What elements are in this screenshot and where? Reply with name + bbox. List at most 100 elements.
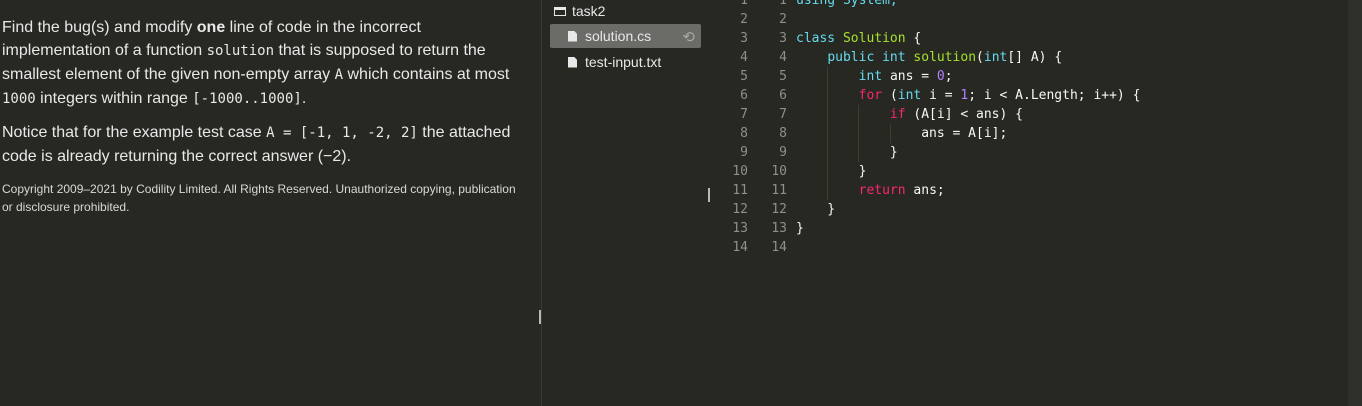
code-token: int xyxy=(858,69,890,84)
line-number-modified: 10 xyxy=(771,164,787,179)
line-number-original: 6 xyxy=(740,88,748,103)
code-line[interactable]: 11 11 return ans; xyxy=(710,181,1348,200)
code-text: class Solution { xyxy=(796,29,921,48)
code-token: } xyxy=(796,145,898,160)
line-number-original: 13 xyxy=(732,221,748,236)
code-text: int ans = 0; xyxy=(796,67,953,86)
code-token: ( xyxy=(889,88,898,103)
code-line[interactable]: 5 5 int ans = 0; xyxy=(710,67,1348,86)
code-text: ans = A[i]; xyxy=(796,124,1007,143)
code-token: } xyxy=(796,164,867,179)
code-token: int xyxy=(983,50,1008,65)
code-token: Solution xyxy=(842,31,906,46)
code-text: public int solution(int[] A) { xyxy=(796,48,1062,67)
code-token: public xyxy=(827,50,883,65)
code-token: 0 xyxy=(936,69,945,84)
code-1000: 1000 xyxy=(2,91,36,107)
code-text: using System; xyxy=(796,0,898,10)
code-array-a: A xyxy=(334,67,344,83)
file-label: test-input.txt xyxy=(585,54,662,70)
line-number-original: 5 xyxy=(740,69,748,84)
code-line[interactable]: 7 7 if (A[i] < ans) { xyxy=(710,105,1348,124)
line-number-original: 10 xyxy=(732,164,748,179)
line-number-modified: 11 xyxy=(771,183,787,198)
code-token: } xyxy=(796,221,804,236)
task-paragraph-2: Notice that for the example test case A … xyxy=(2,121,532,168)
code-token: ( xyxy=(976,50,984,65)
folder-label: task2 xyxy=(572,3,606,19)
code-token: ans = A[i]; xyxy=(796,126,1008,141)
code-text: if (A[i] < ans) { xyxy=(796,105,1023,124)
code-token: { xyxy=(905,31,922,46)
code-example-array: A = [-1, 1, -2, 2] xyxy=(266,125,418,141)
line-number-original: 9 xyxy=(740,145,748,160)
code-line[interactable]: 1 1 using System; xyxy=(710,0,1348,10)
code-token: return xyxy=(858,183,914,198)
file-test-input[interactable]: test-input.txt xyxy=(568,50,661,74)
emphasis-one: one xyxy=(196,19,226,36)
code-line[interactable]: 6 6 for (int i = 1; i < A.Length; i++) { xyxy=(710,86,1348,105)
line-number-modified: 1 xyxy=(779,0,787,8)
editor-scrollbar[interactable] xyxy=(1348,0,1362,406)
code-line[interactable]: 10 10 } xyxy=(710,162,1348,181)
line-number-original: 2 xyxy=(740,12,748,27)
text-segment: . xyxy=(301,90,307,107)
folder-task2[interactable]: task2 xyxy=(554,0,605,23)
line-number-modified: 7 xyxy=(779,107,787,122)
code-editor[interactable]: 1 1 using System; 2 2 3 3 class Solution {4 4 pu… xyxy=(710,0,1348,406)
code-token: if xyxy=(889,107,914,122)
line-number-original: 1 xyxy=(740,0,748,8)
code-text: } xyxy=(796,143,898,162)
code-line[interactable]: 8 8 ans = A[i]; xyxy=(710,124,1348,143)
line-number-original: 4 xyxy=(740,50,748,65)
task-text: Find the bug(s) and modify one line of c… xyxy=(2,16,532,178)
line-number-original: 7 xyxy=(740,107,748,122)
line-number-original: 3 xyxy=(740,31,748,46)
file-label: solution.cs xyxy=(585,28,652,44)
line-number-modified: 5 xyxy=(779,69,787,84)
file-solution-cs[interactable]: solution.cs ⟲ xyxy=(550,24,701,48)
code-token: ans; xyxy=(913,183,945,198)
code-token: solution xyxy=(913,50,977,65)
code-line[interactable]: 3 3 class Solution { xyxy=(710,29,1348,48)
code-token: int xyxy=(897,88,930,103)
code-line[interactable]: 14 14 xyxy=(710,238,1348,257)
code-text: return ans; xyxy=(796,181,945,200)
file-icon xyxy=(568,30,577,42)
code-line[interactable]: 9 9 } xyxy=(710,143,1348,162)
code-token: [] A) { xyxy=(1007,50,1063,65)
code-token: ; xyxy=(944,69,953,84)
code-text: } xyxy=(796,200,835,219)
code-token: ; i < A.Length; i++) { xyxy=(968,88,1141,103)
code-text: } xyxy=(796,162,867,181)
code-token: int xyxy=(882,50,914,65)
line-number-modified: 13 xyxy=(771,221,787,236)
code-token: class xyxy=(796,31,843,46)
line-number-modified: 3 xyxy=(779,31,787,46)
code-line[interactable]: 22 xyxy=(710,10,1348,29)
code-token: i = xyxy=(929,88,961,103)
revert-icon[interactable]: ⟲ xyxy=(682,28,695,46)
code-text: } xyxy=(796,219,804,238)
code-line[interactable]: 12 12 } xyxy=(710,200,1348,219)
file-icon xyxy=(568,56,577,68)
code-line[interactable]: 13 13} xyxy=(710,219,1348,238)
line-number-modified: 9 xyxy=(779,145,787,160)
line-number-modified: 12 xyxy=(771,202,787,217)
line-number-modified: 2 xyxy=(779,12,787,27)
code-token: ans = xyxy=(889,69,937,84)
line-number-modified: 4 xyxy=(779,50,787,65)
line-number-modified: 6 xyxy=(779,88,787,103)
code-solution: solution xyxy=(206,43,274,59)
code-token: } xyxy=(796,202,836,217)
code-line[interactable]: 44 public int solution(int[] A) { xyxy=(710,48,1348,67)
line-number-original: 8 xyxy=(740,126,748,141)
line-number-modified: 14 xyxy=(771,240,787,255)
task-description-panel: Find the bug(s) and modify one line of c… xyxy=(0,0,545,406)
line-number-original: 14 xyxy=(732,240,748,255)
